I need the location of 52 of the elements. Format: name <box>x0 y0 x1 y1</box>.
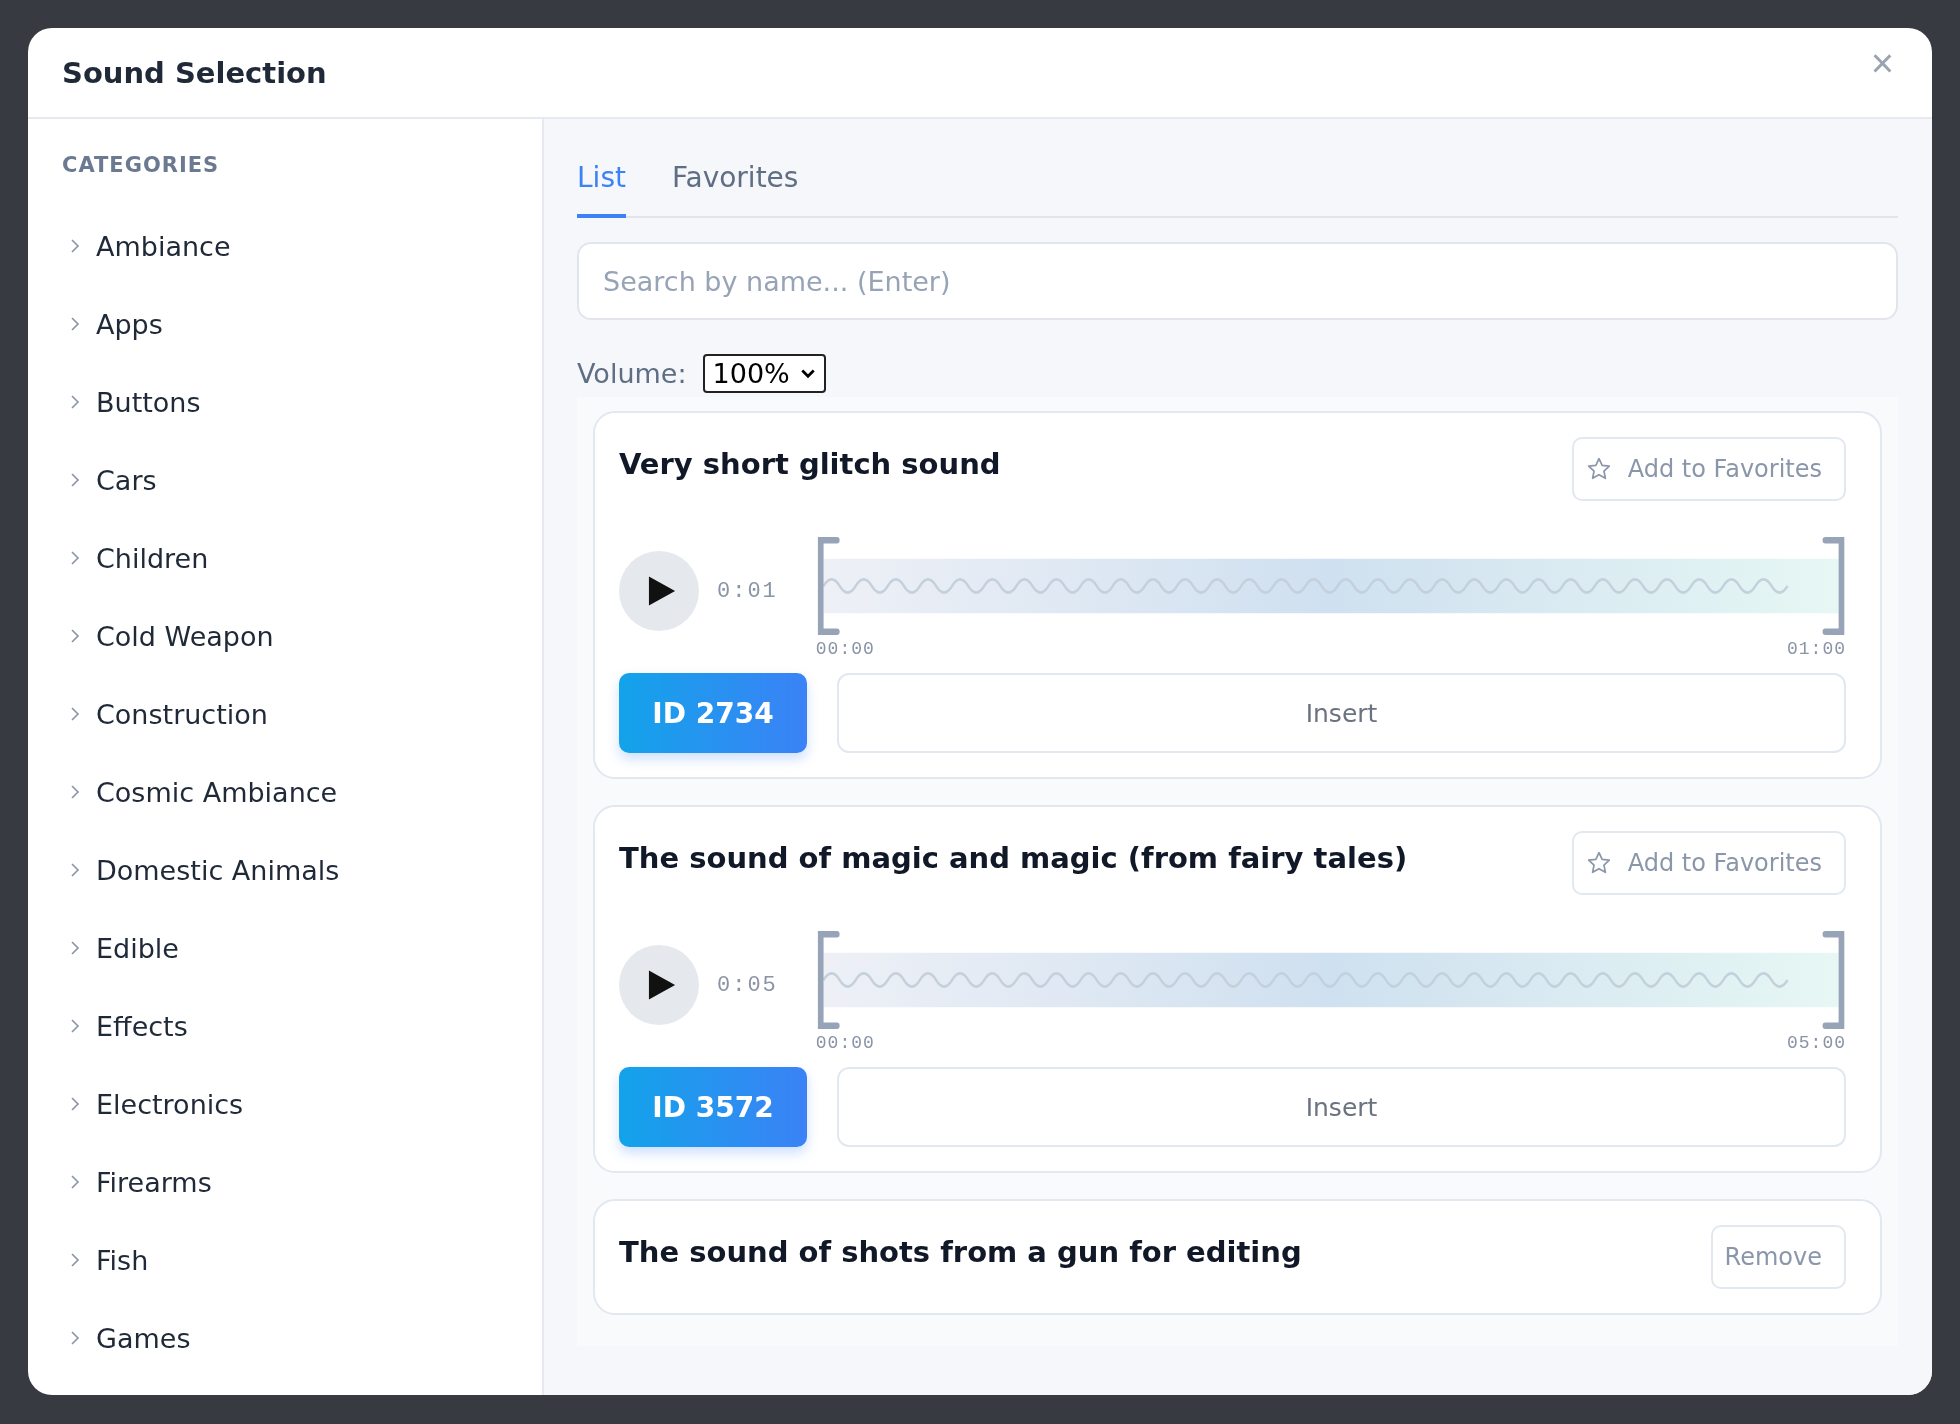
volume-dropdown[interactable]: 100% <box>702 354 826 393</box>
end-time: 05:00 <box>1787 1033 1846 1053</box>
star-icon <box>1585 456 1612 482</box>
dialog-title: Sound Selection <box>62 55 327 90</box>
chevron-icon <box>70 706 80 722</box>
insert-button[interactable]: Insert <box>837 673 1846 753</box>
chevron-icon <box>70 1252 80 1268</box>
category-item[interactable]: Ambiance <box>62 207 231 285</box>
sound-title: The sound of shots from a gun for editing <box>619 1235 1302 1269</box>
chevron-icon <box>70 1330 80 1346</box>
chevron-icon <box>70 862 80 878</box>
chevron-icon <box>70 472 80 488</box>
category-item[interactable]: Effects <box>62 987 188 1065</box>
volume-label: Volume: <box>577 358 687 389</box>
category-item[interactable]: Construction <box>62 675 268 753</box>
chevron-icon <box>70 940 80 956</box>
chevron-icon <box>70 238 80 254</box>
category-item[interactable]: Games <box>62 1299 191 1377</box>
elapsed-time: 0:05 <box>717 973 778 998</box>
chevron-icon <box>70 316 80 332</box>
chevron-icon <box>70 628 80 644</box>
sound-title: Very short glitch sound <box>619 447 1001 481</box>
category-item[interactable]: Edible <box>62 909 179 987</box>
chevron-icon <box>70 1018 80 1034</box>
end-time: 01:00 <box>1787 639 1846 659</box>
category-item[interactable]: Cosmic Ambiance <box>62 753 338 831</box>
caret-icon <box>799 367 816 380</box>
chevron-icon <box>70 1174 80 1190</box>
category-item[interactable]: Cars <box>62 441 157 519</box>
search-field[interactable]: Search by name... (Enter) <box>577 242 1898 320</box>
insert-button[interactable]: Insert <box>837 1067 1846 1147</box>
sidebar-heading: CATEGORIES <box>62 153 221 177</box>
chevron-icon <box>70 394 80 410</box>
sound-title: The sound of magic and magic (from fairy tales) <box>619 841 1408 875</box>
play-icon <box>647 969 677 1001</box>
category-item[interactable]: Electronics <box>62 1065 244 1143</box>
tab[interactable]: Favorites <box>671 147 799 218</box>
category-item[interactable]: Cold Weapon <box>62 597 274 675</box>
elapsed-time: 0:01 <box>717 579 778 604</box>
chevron-icon <box>70 1096 80 1112</box>
start-time: 00:00 <box>815 1033 875 1053</box>
category-item[interactable]: Domestic Animals <box>62 831 340 909</box>
category-item[interactable]: Children <box>62 519 209 597</box>
category-item[interactable]: Fish <box>62 1221 149 1299</box>
category-item[interactable]: Firearms <box>62 1143 212 1221</box>
category-item[interactable]: Apps <box>62 285 163 363</box>
category-item[interactable]: Buttons <box>62 363 201 441</box>
play-icon <box>647 575 677 607</box>
start-time: 00:00 <box>815 639 875 659</box>
star-icon <box>1585 850 1612 876</box>
chevron-icon <box>70 784 80 800</box>
chevron-icon <box>70 550 80 566</box>
